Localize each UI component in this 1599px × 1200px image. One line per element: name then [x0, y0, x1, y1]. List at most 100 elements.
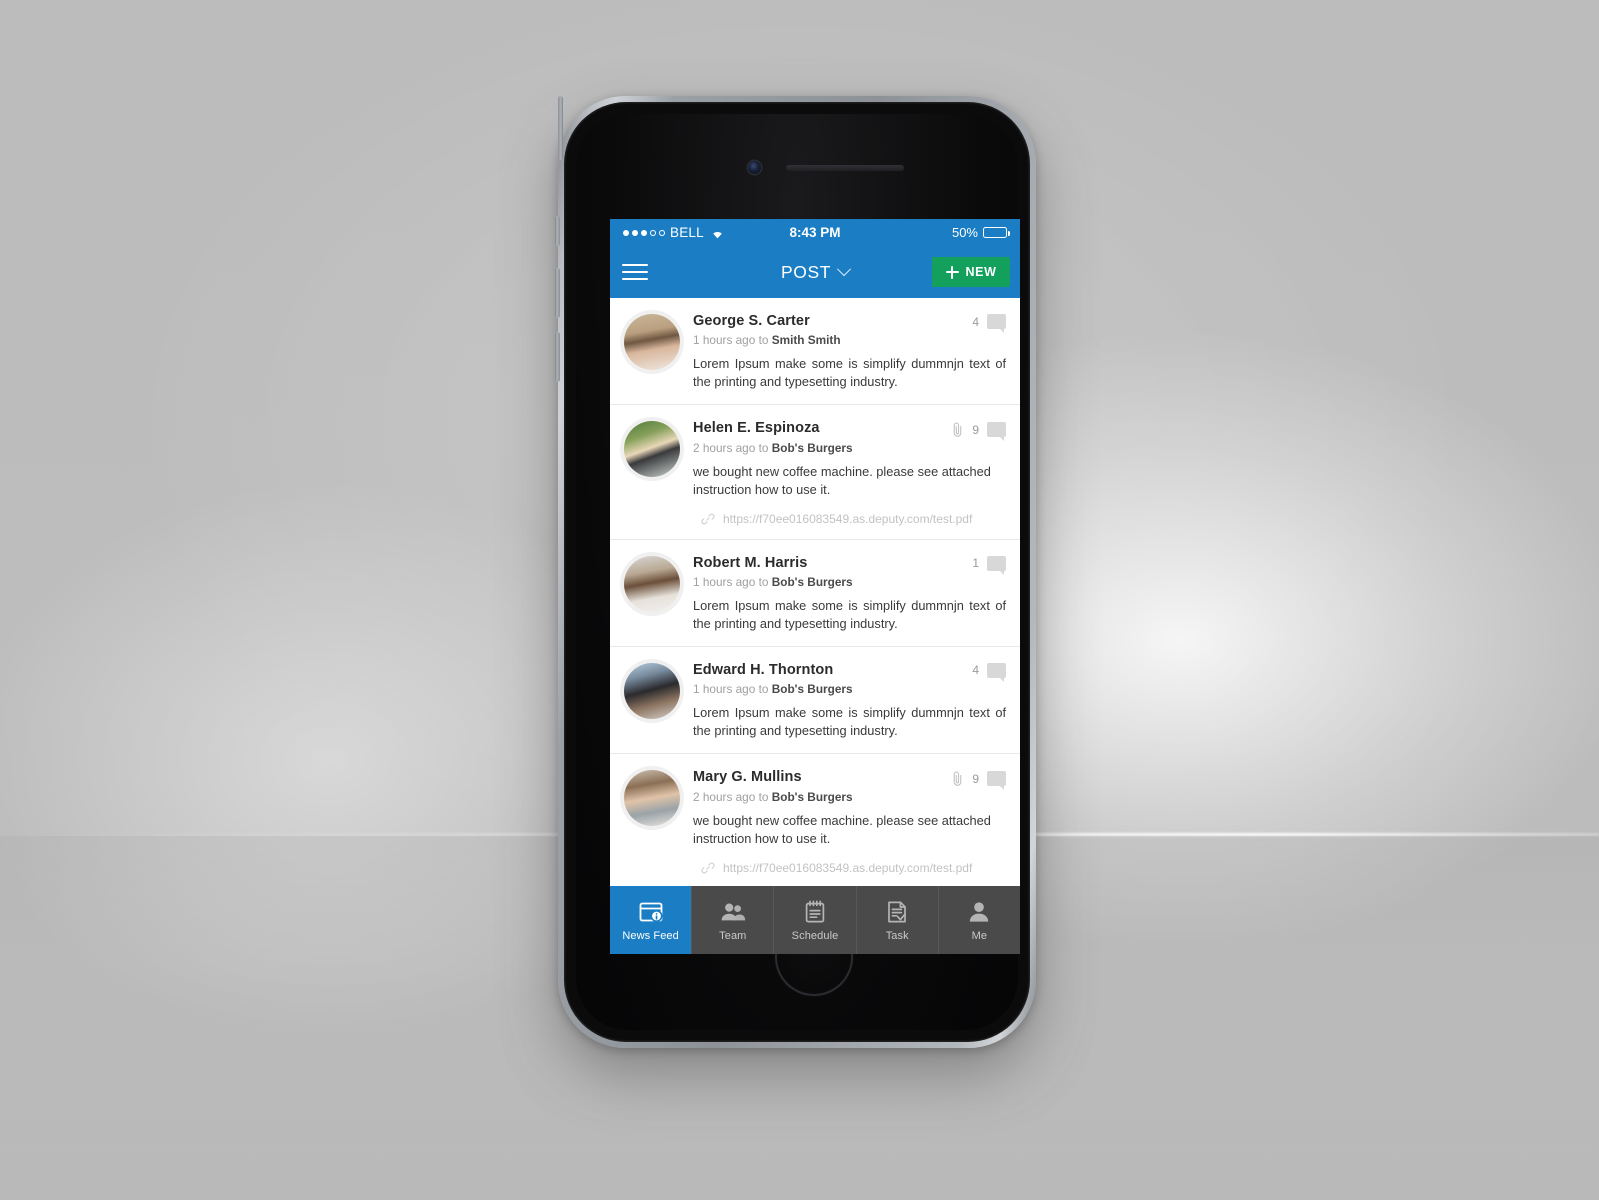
attachment-url[interactable]: https://f70ee016083549.as.deputy.com/tes… [723, 861, 972, 875]
post-attachment[interactable]: https://f70ee016083549.as.deputy.com/tes… [693, 512, 1006, 526]
tab-task[interactable]: Task [857, 886, 939, 954]
post-target: Smith Smith [771, 333, 841, 348]
avatar-robert-m-harris [624, 555, 680, 612]
post-body: Helen E. Espinoza 9 2 hours ago to Bob's B… [693, 419, 1006, 526]
app-nav-bar: POST NEW [610, 246, 1020, 298]
post-meta-right: 4 [972, 312, 1006, 333]
tab-news-feed[interactable]: News Feed [610, 886, 693, 954]
team-icon [720, 899, 746, 925]
post-item[interactable]: George S. Carter 4 1 hours ago to Smith Sm… [610, 298, 1020, 406]
plus-icon [945, 265, 959, 279]
attachment-url[interactable]: https://f70ee016083549.as.deputy.com/tes… [723, 512, 972, 526]
post-text: Lorem Ipsum make some is simplify dummnj… [693, 705, 1006, 739]
news-feed-list[interactable]: George S. Carter 4 1 hours ago to Smith Sm… [610, 298, 1020, 886]
post-target: Bob's Burgers [771, 682, 853, 697]
battery-percent-label: 50% [951, 225, 978, 240]
post-text: Lorem Ipsum make some is simplify dummnj… [693, 356, 1006, 390]
post-timestamp: 1 hours ago to Bob's Burgers [693, 575, 1006, 591]
signal-strength-icon [623, 229, 665, 236]
mute-switch-button[interactable] [555, 216, 560, 246]
post-author: George S. Carter [693, 313, 810, 329]
post-item[interactable]: Robert M. Harris 1 1 hours ago to Bob's Bu… [610, 540, 1020, 647]
status-bar-right: 50% [951, 225, 1010, 240]
tab-label: Team [719, 929, 747, 942]
avatar-george-s-carter [624, 314, 680, 370]
front-camera-icon [748, 161, 761, 174]
status-bar-left: BELL [623, 225, 724, 240]
post-text: we bought new coffee machine. please see… [693, 813, 991, 847]
paperclip-icon [951, 770, 964, 787]
post-target: Bob's Burgers [771, 441, 853, 456]
carrier-label: BELL [670, 225, 704, 240]
comment-count: 4 [972, 314, 979, 329]
post-target: Bob's Burgers [771, 574, 853, 589]
post-item[interactable]: Helen E. Espinoza 9 2 hours ago to Bob's B… [610, 405, 1020, 540]
post-author: Robert M. Harris [693, 554, 808, 571]
chevron-down-icon[interactable] [836, 262, 852, 277]
post-target: Bob's Burgers [771, 790, 853, 805]
wifi-icon [711, 227, 724, 239]
phone-inner-shell: BELL 8:43 PM 50% POST NEW George S. Cart… [564, 102, 1030, 1042]
schedule-icon [802, 899, 828, 925]
post-item[interactable]: Edward H. Thornton 4 1 hours ago to Bob's … [610, 647, 1020, 755]
comment-count: 9 [972, 771, 979, 786]
avatar-edward-h-thornton [624, 662, 680, 719]
battery-icon [983, 227, 1010, 238]
post-time: 2 hours ago [693, 441, 756, 456]
comment-bubble-icon[interactable] [987, 662, 1006, 682]
hamburger-menu-icon[interactable] [620, 260, 650, 284]
post-timestamp: 2 hours ago to Bob's Burgers [693, 790, 1006, 806]
tab-label: Task [885, 929, 909, 942]
comment-bubble-icon[interactable] [987, 422, 1006, 442]
post-header: Helen E. Espinoza 9 [693, 419, 1006, 442]
task-icon [884, 899, 910, 925]
phone-device-frame: BELL 8:43 PM 50% POST NEW George S. Cart… [555, 96, 1036, 1048]
post-meta-right: 1 [972, 554, 1006, 575]
post-author: Helen E. Espinoza [693, 420, 820, 437]
tab-label: News Feed [622, 929, 679, 942]
link-icon [701, 861, 715, 875]
tab-label: Me [971, 929, 988, 942]
phone-screen: BELL 8:43 PM 50% POST NEW George S. Cart… [610, 219, 1020, 954]
post-time: 1 hours ago [693, 333, 756, 348]
post-time: 1 hours ago [693, 682, 756, 697]
new-post-button[interactable]: NEW [932, 257, 1010, 287]
bottom-tab-bar: News Feed Team Schedule Task Me [610, 886, 1020, 954]
comment-bubble-icon[interactable] [987, 555, 1006, 575]
post-to-label: to [758, 441, 769, 456]
post-time: 1 hours ago [693, 574, 756, 589]
tab-me[interactable]: Me [939, 886, 1020, 954]
post-text: we bought new coffee machine. please see… [693, 464, 991, 498]
new-button-label: NEW [965, 265, 997, 279]
avatar-helen-e-espinoza [624, 421, 680, 478]
post-to-label: to [758, 574, 769, 589]
post-body: Robert M. Harris 1 1 hours ago to Bob's Bu… [693, 554, 1006, 633]
post-meta-right: 9 [951, 419, 1006, 442]
tab-team[interactable]: Team [692, 886, 775, 954]
post-text: Lorem Ipsum make some is simplify dummnj… [693, 597, 1006, 631]
comment-count: 9 [972, 422, 979, 437]
post-header: George S. Carter 4 [693, 312, 1006, 333]
comment-bubble-icon[interactable] [987, 314, 1006, 333]
comment-bubble-icon[interactable] [987, 771, 1006, 791]
tab-schedule[interactable]: Schedule [774, 886, 857, 954]
paperclip-icon [951, 421, 964, 438]
tab-label: Schedule [791, 929, 839, 942]
post-item[interactable]: Mary G. Mullins 9 2 hours ago to Bob's Bur… [610, 754, 1020, 886]
post-author: Edward H. Thornton [693, 661, 834, 678]
link-icon [701, 512, 715, 526]
post-attachment[interactable]: https://f70ee016083549.as.deputy.com/tes… [693, 861, 1006, 875]
comment-count: 1 [972, 556, 979, 571]
status-bar: BELL 8:43 PM 50% [610, 219, 1020, 246]
volume-up-button[interactable] [555, 268, 560, 318]
post-to-label: to [758, 682, 769, 697]
post-time: 2 hours ago [693, 790, 756, 805]
post-meta-right: 9 [951, 768, 1006, 791]
post-author: Mary G. Mullins [693, 769, 802, 786]
power-button[interactable] [558, 96, 563, 160]
post-to-label: to [758, 333, 769, 348]
post-timestamp: 2 hours ago to Bob's Burgers [693, 441, 1006, 457]
volume-down-button[interactable] [555, 332, 560, 382]
post-header: Mary G. Mullins 9 [693, 768, 1006, 791]
news-feed-icon [638, 899, 664, 925]
